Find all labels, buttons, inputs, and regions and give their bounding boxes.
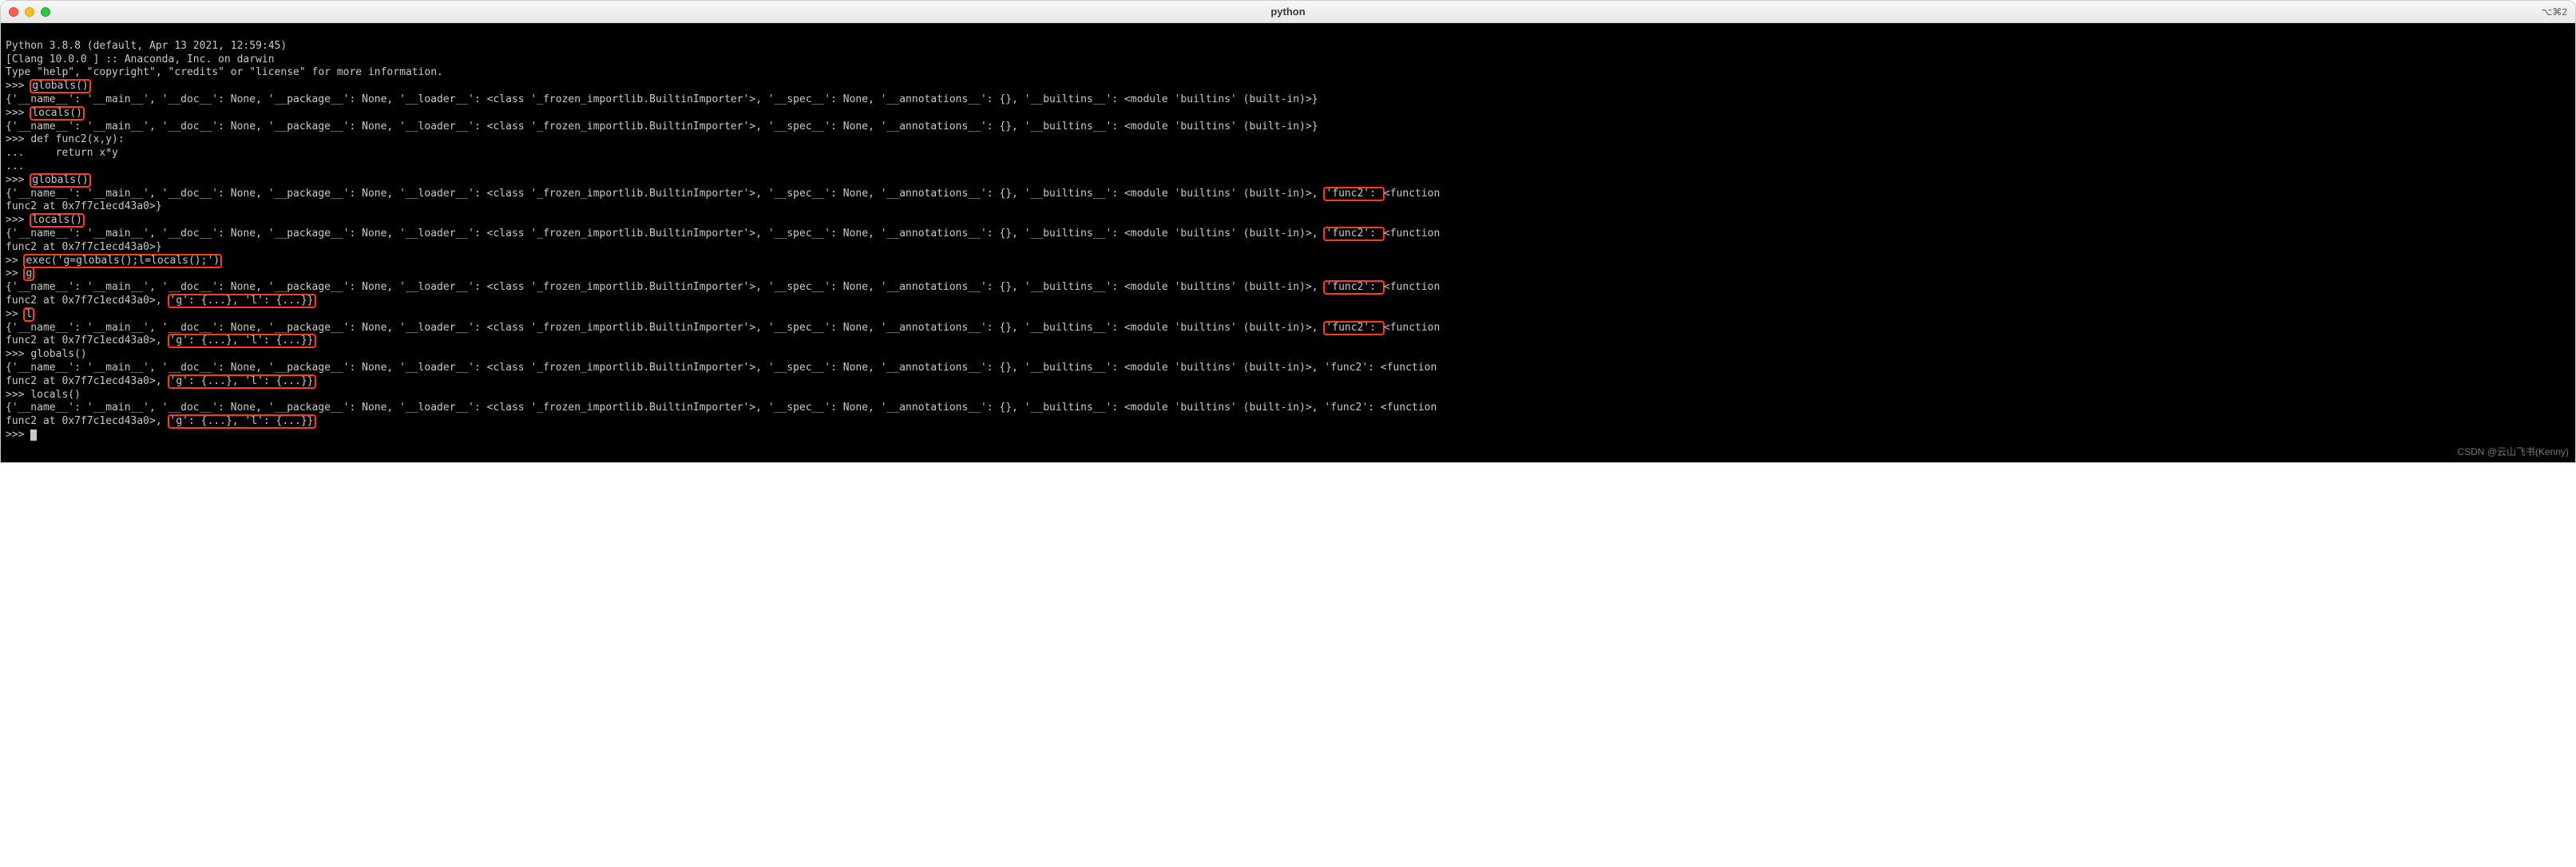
prompt: >>> — [6, 133, 30, 145]
input-g: g — [23, 267, 34, 281]
traffic-lights — [9, 7, 50, 17]
prompt2: >> — [6, 267, 24, 279]
terminal-body[interactable]: Python 3.8.8 (default, Apr 13 2021, 12:5… — [1, 23, 2575, 462]
output-line: func2 at 0x7f7c1ecd43a0>} — [6, 200, 162, 212]
input-globals: globals() — [30, 79, 90, 93]
cursor-icon — [30, 430, 37, 441]
output-line: func2 at 0x7f7c1ecd43a0>, — [6, 375, 168, 387]
prompt: >>> — [6, 80, 30, 92]
prompt: >>> — [6, 174, 30, 186]
output-line: func2 at 0x7f7c1ecd43a0>} — [6, 241, 162, 253]
maximize-icon[interactable] — [41, 7, 50, 17]
output-line: {'__name__': '__main__', '__doc__': None… — [6, 402, 1443, 414]
prompt-cont: ... — [6, 147, 30, 159]
window-title: python — [1270, 6, 1305, 18]
prompt2: >> — [6, 308, 24, 320]
input-globals: globals() — [30, 173, 90, 188]
output-line: {'__name__': '__main__', '__doc__': None… — [6, 93, 1318, 105]
output-line: func2 at 0x7f7c1ecd43a0>, — [6, 295, 168, 307]
input-globals-plain: globals() — [30, 348, 86, 360]
output-line: <function — [1384, 228, 1446, 240]
output-line: {'__name__': '__main__', '__doc__': None… — [6, 121, 1318, 133]
prompt: >>> — [6, 389, 30, 401]
input-def: def func2(x,y): — [30, 133, 124, 145]
output-line: <function — [1384, 322, 1446, 334]
output-line: {'__name__': '__main__', '__doc__': None… — [6, 228, 1324, 240]
output-line: <function — [1384, 281, 1446, 293]
output-line: {'__name__': '__main__', '__doc__': None… — [6, 188, 1324, 200]
output-line: {'__name__': '__main__', '__doc__': None… — [6, 322, 1324, 334]
prompt2: >> — [6, 255, 24, 267]
output-line: {'__name__': '__main__', '__doc__': None… — [6, 281, 1324, 293]
terminal-window: python ⌥⌘2 Python 3.8.8 (default, Apr 13… — [0, 0, 2576, 463]
output-gl-dict: 'g': {...}, 'l': {...}} — [168, 334, 316, 348]
close-icon[interactable] — [9, 7, 18, 17]
output-gl-dict: 'g': {...}, 'l': {...}} — [168, 414, 316, 429]
output-gl-dict: 'g': {...}, 'l': {...}} — [168, 294, 316, 308]
window-shortcut: ⌥⌘2 — [2541, 6, 2567, 18]
output-func2-key: 'func2': — [1323, 227, 1384, 241]
input-l: l — [23, 307, 34, 322]
banner-line: [Clang 10.0.0 ] :: Anaconda, Inc. on dar… — [6, 53, 275, 65]
prompt: >>> — [6, 107, 30, 119]
banner-line: Python 3.8.8 (default, Apr 13 2021, 12:5… — [6, 40, 293, 52]
output-func2-key: 'func2': — [1323, 280, 1384, 295]
prompt: >>> — [6, 214, 30, 226]
output-gl-dict: 'g': {...}, 'l': {...}} — [168, 374, 316, 389]
input-locals-plain: locals() — [30, 389, 81, 401]
input-body: return x*y — [30, 147, 118, 159]
output-line: <function — [1384, 188, 1446, 200]
output-line: {'__name__': '__main__', '__doc__': None… — [6, 362, 1443, 374]
prompt: >>> — [6, 348, 30, 360]
prompt-cont: ... — [6, 160, 30, 172]
watermark: CSDN @云山飞书(Kenny) — [2457, 445, 2569, 459]
titlebar[interactable]: python ⌥⌘2 — [1, 1, 2575, 23]
input-locals: locals() — [30, 213, 85, 228]
minimize-icon[interactable] — [25, 7, 34, 17]
banner-line: Type "help", "copyright", "credits" or "… — [6, 66, 443, 78]
prompt: >>> — [6, 429, 30, 441]
input-exec: exec('g=globals();l=locals();') — [23, 254, 222, 268]
output-func2-key: 'func2': — [1323, 187, 1384, 201]
output-func2-key: 'func2': — [1323, 321, 1384, 335]
input-locals: locals() — [30, 106, 85, 121]
output-line: func2 at 0x7f7c1ecd43a0>, — [6, 415, 168, 427]
output-line: func2 at 0x7f7c1ecd43a0>, — [6, 335, 168, 346]
